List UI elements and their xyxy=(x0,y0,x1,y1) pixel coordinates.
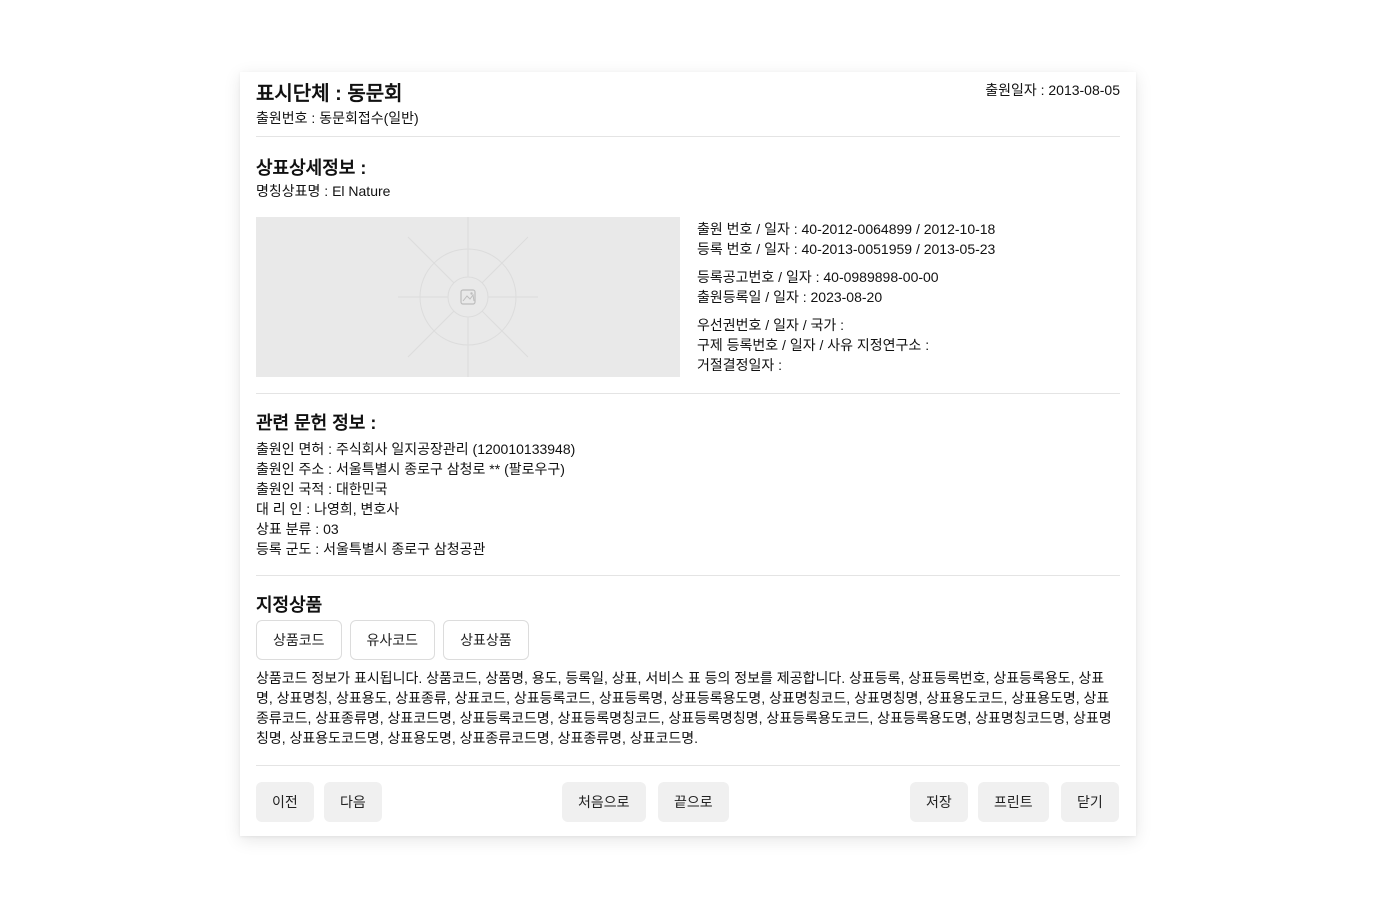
applicant-address: 출원인 주소 : 서울특별시 종로구 삼청로 ** (팔로우구) xyxy=(256,461,565,477)
trademark-detail-card: 표시단체 : 동문회 출원번호 : 동문회접수(일반) 출원일자 : 2013-… xyxy=(240,72,1136,836)
next-button[interactable]: 다음 xyxy=(324,782,382,822)
registration-number-date: 등록 번호 / 일자 : 40-2013-0051959 / 2013-05-2… xyxy=(697,241,996,257)
last-button[interactable]: 끝으로 xyxy=(658,782,729,822)
section-title-detail: 상표상세정보 : xyxy=(256,158,367,178)
old-registration-info: 구제 등록번호 / 일자 / 사유 지정연구소 : xyxy=(697,337,930,353)
designated-goods-section: 지정상품 상품코드 유사코드 상표상품 상품코드 정보가 표시됩니다. 상품코드… xyxy=(256,576,1120,766)
section-title-related: 관련 문헌 정보 : xyxy=(256,413,377,433)
card-header: 표시단체 : 동문회 출원번호 : 동문회접수(일반) 출원일자 : 2013-… xyxy=(256,72,1120,137)
application-number-date: 출원 번호 / 일자 : 40-2012-0064899 / 2012-10-1… xyxy=(697,221,996,237)
close-button[interactable]: 닫기 xyxy=(1061,782,1119,822)
applicant-license: 출원인 면허 : 주식회사 일지공장관리 (120010133948) xyxy=(256,441,576,457)
registration-info: 출원 번호 / 일자 : 40-2012-0064899 / 2012-10-1… xyxy=(697,219,995,383)
goods-tabs: 상품코드 유사코드 상표상품 xyxy=(256,620,529,660)
application-number: 출원번호 : 동문회접수(일반) xyxy=(256,110,419,126)
application-date: 출원일자 : 2013-08-05 xyxy=(985,82,1120,98)
section-title-goods: 지정상품 xyxy=(256,595,323,615)
info-group-publication: 등록공고번호 / 일자 : 40-0989898-00-00 출원등록일 / 일… xyxy=(697,267,995,307)
tab-trademark-goods[interactable]: 상표상품 xyxy=(443,620,529,660)
application-registration-date: 출원등록일 / 일자 : 2023-08-20 xyxy=(697,289,883,305)
agent: 대 리 인 : 나영희, 변호사 xyxy=(256,501,400,517)
rejection-date: 거절결정일자 : xyxy=(697,357,783,373)
image-icon xyxy=(460,289,476,305)
mark-name: 명칭상표명 : El Nature xyxy=(256,183,391,199)
tab-product-code[interactable]: 상품코드 xyxy=(256,620,342,660)
trademark-image-placeholder xyxy=(256,217,680,377)
info-group-priority: 우선권번호 / 일자 / 국가 : 구제 등록번호 / 일자 / 사유 지정연구… xyxy=(697,315,995,375)
goods-description: 상품코드 정보가 표시됩니다. 상품코드, 상품명, 용도, 등록일, 상표, … xyxy=(256,670,1112,746)
first-button[interactable]: 처음으로 xyxy=(562,782,646,822)
print-button[interactable]: 프린트 xyxy=(978,782,1049,822)
priority-info: 우선권번호 / 일자 / 국가 : xyxy=(697,317,845,333)
related-documents-section: 관련 문헌 정보 : 출원인 면허 : 주식회사 일지공장관리 (1200101… xyxy=(256,394,1120,576)
applicant-nationality: 출원인 국적 : 대한민국 xyxy=(256,481,388,497)
save-button[interactable]: 저장 xyxy=(910,782,968,822)
info-group-application: 출원 번호 / 일자 : 40-2012-0064899 / 2012-10-1… xyxy=(697,219,995,259)
page-title: 표시단체 : 동문회 xyxy=(256,83,403,105)
publication-number-date: 등록공고번호 / 일자 : 40-0989898-00-00 xyxy=(697,269,939,285)
prev-button[interactable]: 이전 xyxy=(256,782,314,822)
tab-similar-code[interactable]: 유사코드 xyxy=(349,620,436,660)
footer-toolbar: 이전 다음 처음으로 끝으로 저장 프린트 닫기 xyxy=(256,766,1120,838)
trademark-class: 상표 분류 : 03 xyxy=(256,521,339,537)
image-placeholder-graphic xyxy=(398,217,538,377)
registration-region: 등록 군도 : 서울특별시 종로구 삼청공관 xyxy=(256,541,486,557)
related-info-list: 출원인 면허 : 주식회사 일지공장관리 (120010133948) 출원인 … xyxy=(256,439,575,559)
trademark-detail-section: 상표상세정보 : 명칭상표명 : El Nature 출원 번호 / 일자: … xyxy=(256,137,1120,394)
